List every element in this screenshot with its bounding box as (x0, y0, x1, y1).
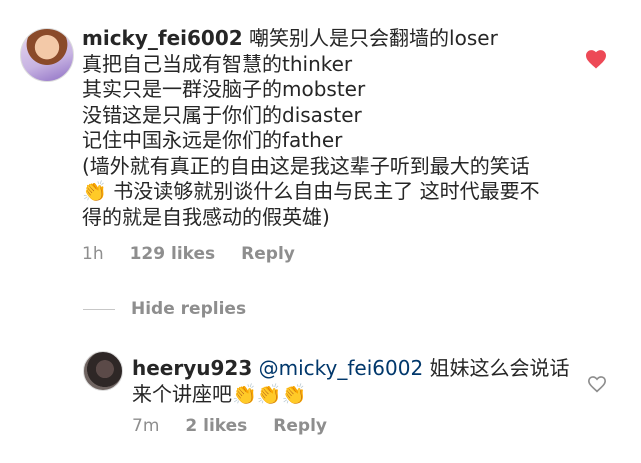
divider (83, 308, 115, 310)
comment-reply-button[interactable]: Reply (241, 244, 295, 264)
reply-meta: 7m 2 likes Reply (132, 416, 353, 436)
reply-likes[interactable]: 2 likes (185, 416, 247, 436)
reply-line: 来个讲座吧👏👏👏 (132, 381, 307, 406)
hide-replies-button[interactable]: Hide replies (83, 299, 246, 319)
comment-body: micky_fei6002 嘲笑别人是只会翻墙的loser 真把自己当成有智慧的… (82, 26, 572, 230)
reply-body: heeryu923 @micky_fei6002 姐妹这么会说话 来个讲座吧👏👏… (132, 356, 572, 407)
comment-likes[interactable]: 129 likes (130, 244, 216, 264)
reply-line-text: 姐妹这么会说话 (423, 356, 570, 380)
reply-time: 7m (132, 416, 160, 436)
comment-time: 1h (82, 244, 104, 264)
comment-line: 👏 书没读够就别谈什么自由与民主了 这时代最要不 (82, 179, 540, 203)
heart-outline-icon[interactable] (587, 375, 607, 393)
hide-replies-label[interactable]: Hide replies (131, 299, 246, 319)
comment-line: 真把自己当成有智慧的thinker (82, 51, 353, 76)
reply-mention[interactable]: @micky_fei6002 (259, 356, 424, 380)
reply-username[interactable]: heeryu923 (132, 356, 252, 380)
comment-line: 记住中国永远是你们的father (82, 128, 343, 152)
comment-line: 没错这是只属于你们的disaster (82, 102, 362, 127)
reply-line: heeryu923 @micky_fei6002 姐妹这么会说话 (132, 356, 572, 382)
heart-filled-icon[interactable] (585, 49, 607, 69)
comment-line: 得的就是自我感动的假英雄) (82, 204, 330, 229)
comment-line: 其实只是一群没脑子的mobster (82, 77, 366, 101)
reply-reply-button[interactable]: Reply (273, 416, 327, 436)
avatar[interactable] (20, 28, 74, 82)
comment-line: micky_fei6002 嘲笑别人是只会翻墙的loser (82, 26, 572, 52)
comment-line-text: 嘲笑别人是只会翻墙的loser (249, 26, 498, 50)
comment-meta: 1h 129 likes Reply (82, 244, 321, 264)
reply-avatar[interactable] (83, 351, 123, 391)
comment-username[interactable]: micky_fei6002 (82, 26, 243, 50)
comment-line: (墙外就有真正的自由这是我这辈子听到最大的笑话 (82, 153, 530, 178)
